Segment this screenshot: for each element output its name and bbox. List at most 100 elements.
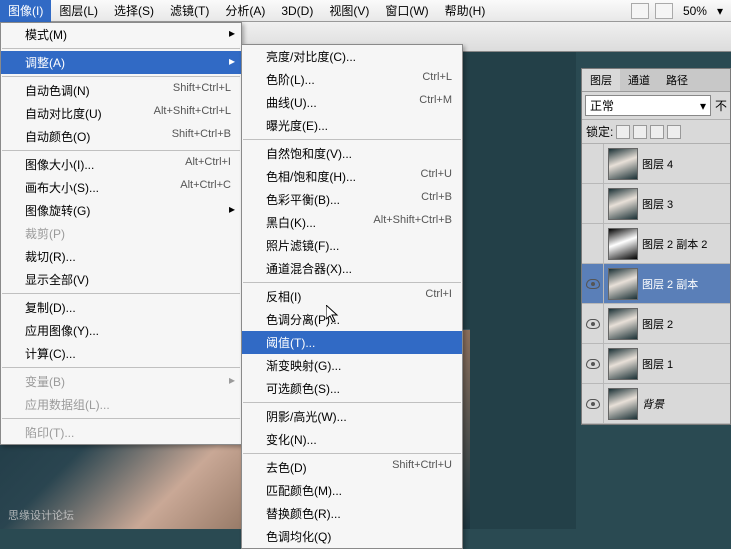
- layers-panel: 图层 通道 路径 正常▾ 不 锁定: 图层 4 图层 3 图层 2 副本 2 图层 2…: [581, 68, 731, 425]
- menu-window[interactable]: 窗口(W): [377, 0, 436, 22]
- submenu-arrow-icon: ▸: [229, 202, 235, 216]
- menu-calculations[interactable]: 计算(C)...: [1, 342, 241, 365]
- tab-channels[interactable]: 通道: [620, 69, 658, 91]
- image-menu-dropdown: 模式(M)▸ 调整(A)▸ 自动色调(N)Shift+Ctrl+L 自动对比度(…: [0, 22, 242, 445]
- tab-paths[interactable]: 路径: [658, 69, 696, 91]
- menu-select[interactable]: 选择(S): [106, 0, 162, 22]
- adj-brightness-contrast[interactable]: 亮度/对比度(C)...: [242, 45, 462, 68]
- menu-canvas-size[interactable]: 画布大小(S)...Alt+Ctrl+C: [1, 176, 241, 199]
- adjustments-submenu: 亮度/对比度(C)... 色阶(L)...Ctrl+L 曲线(U)...Ctrl…: [241, 44, 463, 549]
- menu-reveal-all[interactable]: 显示全部(V): [1, 268, 241, 291]
- adj-selective-color[interactable]: 可选颜色(S)...: [242, 377, 462, 400]
- adj-variations[interactable]: 变化(N)...: [242, 428, 462, 451]
- menu-image-size[interactable]: 图像大小(I)...Alt+Ctrl+I: [1, 153, 241, 176]
- layer-name[interactable]: 图层 2: [642, 316, 730, 332]
- zoom-dropdown-icon[interactable]: ▾: [717, 4, 723, 18]
- layer-name[interactable]: 图层 2 副本 2: [642, 236, 730, 252]
- menu-view[interactable]: 视图(V): [321, 0, 377, 22]
- adj-posterize[interactable]: 色调分离(P)...: [242, 308, 462, 331]
- layer-thumbnail: [608, 388, 638, 420]
- menu-adjustments[interactable]: 调整(A)▸: [1, 51, 241, 74]
- layer-row[interactable]: 图层 3: [582, 184, 730, 224]
- menu-crop: 裁剪(P): [1, 222, 241, 245]
- adj-invert[interactable]: 反相(I)Ctrl+I: [242, 285, 462, 308]
- adj-replace-color[interactable]: 替换颜色(R)...: [242, 502, 462, 525]
- submenu-arrow-icon: ▸: [229, 373, 235, 387]
- opacity-label: 不: [715, 97, 727, 114]
- chevron-down-icon: ▾: [700, 99, 706, 113]
- lock-pixels-icon[interactable]: [633, 125, 647, 139]
- adj-gradient-map[interactable]: 渐变映射(G)...: [242, 354, 462, 377]
- layer-thumbnail: [608, 268, 638, 300]
- adj-color-balance[interactable]: 色彩平衡(B)...Ctrl+B: [242, 188, 462, 211]
- layer-row[interactable]: 图层 2 副本: [582, 264, 730, 304]
- layer-row[interactable]: 图层 2: [582, 304, 730, 344]
- menu-auto-contrast[interactable]: 自动对比度(U)Alt+Shift+Ctrl+L: [1, 102, 241, 125]
- menu-duplicate[interactable]: 复制(D)...: [1, 296, 241, 319]
- adj-desaturate[interactable]: 去色(D)Shift+Ctrl+U: [242, 456, 462, 479]
- submenu-arrow-icon: ▸: [229, 26, 235, 40]
- adj-exposure[interactable]: 曝光度(E)...: [242, 114, 462, 137]
- menubar: 图像(I) 图层(L) 选择(S) 滤镜(T) 分析(A) 3D(D) 视图(V…: [0, 0, 731, 22]
- adj-equalize[interactable]: 色调均化(Q): [242, 525, 462, 548]
- layer-name[interactable]: 背景: [642, 396, 730, 412]
- menu-image[interactable]: 图像(I): [0, 0, 51, 22]
- zoom-level[interactable]: 50%: [679, 4, 711, 18]
- layer-name[interactable]: 图层 4: [642, 156, 730, 172]
- tab-layers[interactable]: 图层: [582, 69, 620, 91]
- layer-visibility-toggle[interactable]: [582, 344, 604, 384]
- bridge-icon[interactable]: [631, 3, 649, 19]
- layer-name[interactable]: 图层 2 副本: [642, 276, 730, 292]
- adj-shadows-highlights[interactable]: 阴影/高光(W)...: [242, 405, 462, 428]
- menu-apply-image[interactable]: 应用图像(Y)...: [1, 319, 241, 342]
- menu-auto-tone[interactable]: 自动色调(N)Shift+Ctrl+L: [1, 79, 241, 102]
- menu-filter[interactable]: 滤镜(T): [162, 0, 217, 22]
- adj-black-white[interactable]: 黑白(K)...Alt+Shift+Ctrl+B: [242, 211, 462, 234]
- adj-levels[interactable]: 色阶(L)...Ctrl+L: [242, 68, 462, 91]
- adj-curves[interactable]: 曲线(U)...Ctrl+M: [242, 91, 462, 114]
- layer-row[interactable]: 背景: [582, 384, 730, 424]
- layer-visibility-toggle[interactable]: [582, 144, 604, 184]
- menu-layer[interactable]: 图层(L): [51, 0, 106, 22]
- adj-hue-sat[interactable]: 色相/饱和度(H)...Ctrl+U: [242, 165, 462, 188]
- adj-threshold[interactable]: 阈值(T)...: [242, 331, 462, 354]
- layer-thumbnail: [608, 308, 638, 340]
- submenu-arrow-icon: ▸: [229, 54, 235, 68]
- lock-transparency-icon[interactable]: [616, 125, 630, 139]
- layer-name[interactable]: 图层 1: [642, 356, 730, 372]
- layer-thumbnail: [608, 188, 638, 220]
- layer-thumbnail: [608, 148, 638, 180]
- layers-list: 图层 4 图层 3 图层 2 副本 2 图层 2 副本图层 2 图层 1 背景: [582, 144, 730, 424]
- menu-trap: 陷印(T)...: [1, 421, 241, 444]
- layer-row[interactable]: 图层 2 副本 2: [582, 224, 730, 264]
- eye-icon: [586, 359, 600, 369]
- menu-analysis[interactable]: 分析(A): [217, 0, 273, 22]
- menu-mode[interactable]: 模式(M)▸: [1, 23, 241, 46]
- menu-trim[interactable]: 裁切(R)...: [1, 245, 241, 268]
- layer-row[interactable]: 图层 4: [582, 144, 730, 184]
- eye-icon: [586, 279, 600, 289]
- menu-3d[interactable]: 3D(D): [273, 1, 321, 21]
- layer-row[interactable]: 图层 1: [582, 344, 730, 384]
- screenmode-icon[interactable]: [655, 3, 673, 19]
- menu-image-rotation[interactable]: 图像旋转(G)▸: [1, 199, 241, 222]
- lock-position-icon[interactable]: [650, 125, 664, 139]
- adj-match-color[interactable]: 匹配颜色(M)...: [242, 479, 462, 502]
- menu-variables: 变量(B)▸: [1, 370, 241, 393]
- blend-mode-select[interactable]: 正常▾: [585, 95, 711, 116]
- menu-apply-data-sets: 应用数据组(L)...: [1, 393, 241, 416]
- layer-visibility-toggle[interactable]: [582, 224, 604, 264]
- layer-visibility-toggle[interactable]: [582, 264, 604, 304]
- eye-icon: [586, 319, 600, 329]
- adj-vibrance[interactable]: 自然饱和度(V)...: [242, 142, 462, 165]
- menu-help[interactable]: 帮助(H): [437, 0, 494, 22]
- adj-photo-filter[interactable]: 照片滤镜(F)...: [242, 234, 462, 257]
- layer-name[interactable]: 图层 3: [642, 196, 730, 212]
- adj-channel-mixer[interactable]: 通道混合器(X)...: [242, 257, 462, 280]
- lock-all-icon[interactable]: [667, 125, 681, 139]
- lock-label: 锁定:: [586, 123, 613, 140]
- layer-visibility-toggle[interactable]: [582, 304, 604, 344]
- layer-visibility-toggle[interactable]: [582, 384, 604, 424]
- layer-visibility-toggle[interactable]: [582, 184, 604, 224]
- menu-auto-color[interactable]: 自动颜色(O)Shift+Ctrl+B: [1, 125, 241, 148]
